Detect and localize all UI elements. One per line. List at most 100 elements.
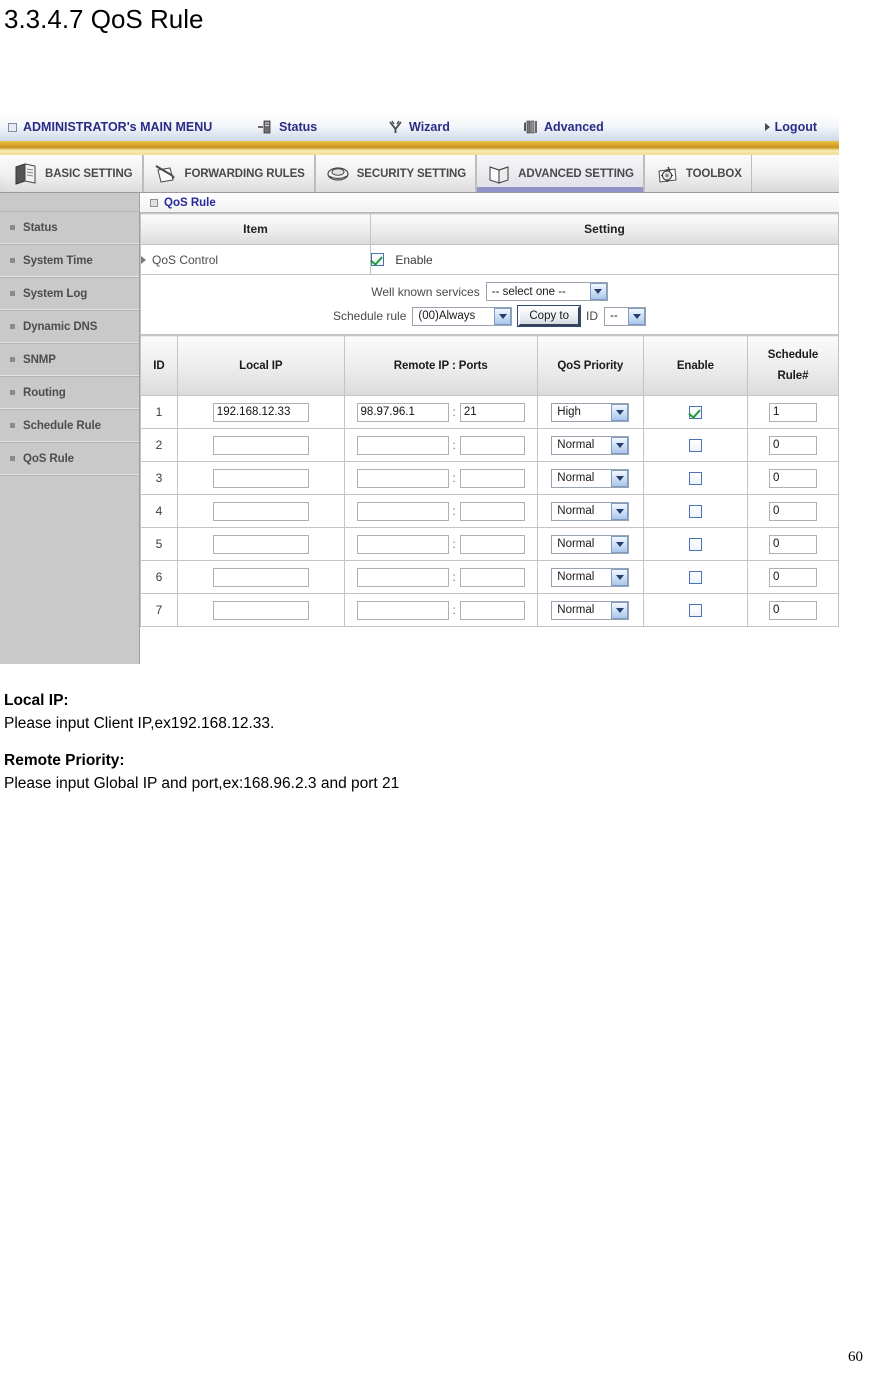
sidebar-item-snmp[interactable]: SNMP	[0, 343, 139, 376]
bullet-icon	[10, 357, 15, 362]
top-menu-label-advanced: Advanced	[544, 120, 604, 134]
local-ip-input[interactable]	[212, 567, 309, 587]
qos-priority-select[interactable]: Normal	[551, 435, 630, 455]
schedule-rule-select[interactable]: (00)Always	[412, 306, 513, 326]
qos-priority-select[interactable]: Normal	[551, 567, 630, 587]
row-enable-checkbox[interactable]	[688, 604, 702, 618]
port-input[interactable]	[459, 567, 525, 587]
sidebar-item-system-time[interactable]: System Time	[0, 244, 139, 277]
remote-ip-input[interactable]	[356, 435, 449, 455]
port-input[interactable]	[459, 534, 525, 554]
qos-priority-value: High	[557, 406, 581, 418]
top-menu-item-advanced[interactable]: Advanced	[523, 120, 723, 134]
sidebar-item-qos-rule[interactable]: QoS Rule	[0, 442, 139, 475]
remote-ip-input[interactable]	[356, 501, 449, 521]
qos-priority-select[interactable]: Normal	[551, 468, 630, 488]
qos-priority-value: Normal	[557, 538, 595, 550]
id-select[interactable]: --	[604, 306, 647, 326]
row-enable-checkbox[interactable]	[688, 472, 702, 486]
local-ip-input[interactable]	[212, 468, 309, 488]
remote-ip-input[interactable]	[356, 567, 449, 587]
sidebar-label-system-time: System Time	[23, 254, 93, 267]
top-menu-item-wizard[interactable]: Wizard	[388, 120, 523, 134]
row-enable-checkbox[interactable]	[688, 505, 702, 519]
tab-forwarding-rules[interactable]: FORWARDING RULES	[142, 155, 315, 192]
row-enable-checkbox[interactable]	[688, 406, 702, 420]
remote-ip-input[interactable]	[356, 600, 449, 620]
services-schedule-cell: Well known services -- select one -- Sch…	[140, 274, 839, 335]
tab-basic-setting[interactable]: BASIC SETTING	[4, 155, 143, 192]
port-input[interactable]	[459, 501, 525, 521]
id-value: --	[610, 310, 618, 322]
row-schedule-cell: 0	[746, 461, 839, 495]
sidebar-item-schedule-rule[interactable]: Schedule Rule	[0, 409, 139, 442]
chevron-down-icon	[611, 502, 629, 520]
sidebar-item-system-log[interactable]: System Log	[0, 277, 139, 310]
schedule-rule-input[interactable]: 1	[768, 402, 817, 422]
well-known-services-select[interactable]: -- select one --	[485, 282, 608, 301]
local-ip-input[interactable]: 192.168.12.33	[212, 402, 309, 422]
documents-icon	[13, 162, 39, 186]
row-enable-cell	[642, 395, 748, 429]
local-ip-input[interactable]	[212, 501, 309, 521]
sidebar-item-routing[interactable]: Routing	[0, 376, 139, 409]
section-square-icon	[150, 198, 158, 207]
row-remote-cell: :	[343, 494, 538, 528]
column-header-setting: Setting	[370, 213, 839, 245]
local-ip-input[interactable]	[212, 600, 309, 620]
sidebar-item-dynamic-dns[interactable]: Dynamic DNS	[0, 310, 139, 343]
row-enable-checkbox[interactable]	[688, 538, 702, 552]
col-header-local-ip: Local IP	[176, 335, 345, 396]
remote-ip-input[interactable]	[356, 534, 449, 554]
qos-priority-select[interactable]: Normal	[551, 534, 630, 554]
qos-priority-value: Normal	[557, 472, 595, 484]
schedule-rule-input[interactable]: 0	[768, 501, 817, 521]
table-row: 5 : Normal 0	[140, 527, 839, 561]
top-menu-item-status[interactable]: Status	[258, 120, 388, 134]
port-input[interactable]	[459, 600, 525, 620]
row-schedule-cell: 0	[746, 593, 839, 627]
qos-priority-select[interactable]: High	[551, 402, 630, 422]
open-book-icon	[486, 162, 512, 186]
row-priority-cell: Normal	[536, 494, 644, 528]
schedule-rule-input[interactable]: 0	[768, 534, 817, 554]
copy-to-button[interactable]: Copy to	[517, 305, 582, 327]
row-enable-checkbox[interactable]	[688, 571, 702, 585]
note-text-remote-priority: Please input Global IP and port,ex:168.9…	[4, 774, 400, 792]
remote-ip-input[interactable]: 98.97.96.1	[356, 402, 449, 422]
tab-security-setting[interactable]: SECURITY SETTING	[314, 155, 477, 192]
port-input[interactable]	[459, 435, 525, 455]
tab-advanced-setting[interactable]: ADVANCED SETTING	[476, 155, 644, 192]
schedule-rule-input[interactable]: 0	[768, 435, 817, 455]
admin-main-menu-link[interactable]: ADMINISTRATOR's MAIN MENU	[8, 120, 258, 134]
remote-ip-input[interactable]	[356, 468, 449, 488]
qos-priority-select[interactable]: Normal	[551, 501, 630, 521]
port-input[interactable]: 21	[459, 402, 525, 422]
note-heading-remote-priority: Remote Priority:	[4, 751, 125, 769]
chevron-down-icon	[611, 601, 629, 619]
col-header-id: ID	[140, 335, 178, 396]
col-header-remote-ip-ports: Remote IP : Ports	[343, 335, 538, 396]
qos-priority-select[interactable]: Normal	[551, 600, 630, 620]
sidebar-label-snmp: SNMP	[23, 353, 56, 366]
status-icon	[258, 120, 273, 134]
schedule-rule-input[interactable]: 0	[768, 468, 817, 488]
col-header-enable: Enable	[642, 335, 748, 396]
port-input[interactable]	[459, 468, 525, 488]
logout-link[interactable]: Logout	[764, 120, 839, 134]
local-ip-input[interactable]	[212, 435, 309, 455]
row-priority-cell: High	[536, 395, 644, 429]
schedule-rule-input[interactable]: 0	[768, 567, 817, 587]
table-row: 7 : Normal 0	[140, 593, 839, 627]
tab-toolbox[interactable]: TOOLBOX	[643, 155, 752, 192]
row-enable-cell	[642, 527, 748, 561]
row-enable-checkbox[interactable]	[688, 439, 702, 453]
row-enable-cell	[642, 428, 748, 462]
sidebar-item-status[interactable]: Status	[0, 211, 139, 244]
row-id: 7	[140, 593, 178, 627]
qos-control-enable-checkbox[interactable]	[371, 253, 384, 267]
schedule-rule-input[interactable]: 0	[768, 600, 817, 620]
bullet-icon	[10, 456, 15, 461]
local-ip-input[interactable]	[212, 534, 309, 554]
ui-body: Status System Time System Log Dynamic DN…	[0, 193, 839, 664]
